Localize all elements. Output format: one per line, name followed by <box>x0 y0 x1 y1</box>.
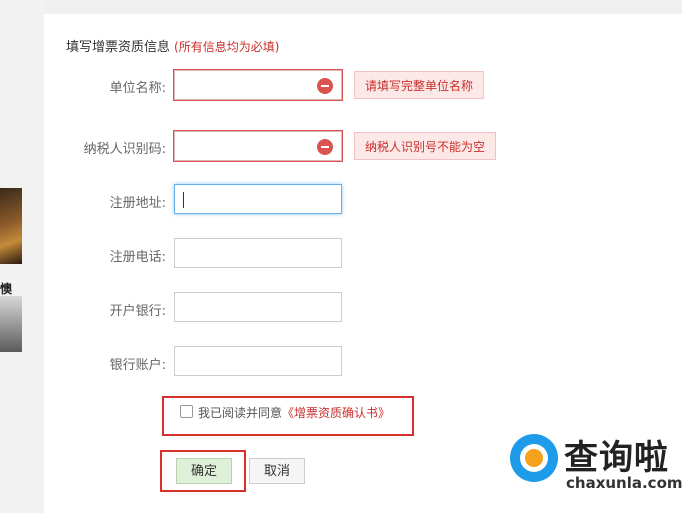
registered-phone-input[interactable] <box>174 238 342 268</box>
bank-name-input[interactable] <box>174 292 342 322</box>
sidebar-partial-text: 懊 <box>0 282 13 296</box>
form-title-text: 填写增票资质信息 <box>66 40 171 55</box>
taxpayer-id-error: 纳税人识别号不能为空 <box>354 132 497 160</box>
agreement-row: 我已阅读并同意《增票资质确认书》 <box>180 404 390 421</box>
logo-url: chaxunla.com <box>566 474 682 492</box>
taxpayer-id-input[interactable] <box>174 131 342 161</box>
product-thumbnail[interactable] <box>0 296 22 352</box>
logo-brand: 查询啦 <box>564 438 669 478</box>
watermark-logo: 查询啦 chaxunla.com <box>510 430 682 500</box>
company-name-error: 请填写完整单位名称 <box>354 71 485 99</box>
agreement-text: 我已阅读并同意 <box>198 406 283 420</box>
text-caret <box>183 192 184 208</box>
cancel-button[interactable]: 取消 <box>249 458 305 484</box>
error-icon <box>317 78 333 94</box>
registered-address-label: 注册地址: <box>109 196 166 211</box>
form-title: 填写增票资质信息 (所有信息均为必填) <box>66 36 279 55</box>
registered-phone-label: 注册电话: <box>109 250 166 265</box>
error-icon <box>317 139 333 155</box>
agreement-link[interactable]: 《增票资质确认书》 <box>282 406 390 420</box>
company-name-input[interactable] <box>174 70 342 100</box>
bank-account-label: 银行账户: <box>109 358 166 373</box>
left-sidebar: 懊 <box>0 0 44 513</box>
taxpayer-id-label: 纳税人识别码: <box>83 142 166 157</box>
required-note: (所有信息均为必填) <box>174 40 280 54</box>
agreement-checkbox[interactable] <box>180 405 193 418</box>
bank-name-label: 开户银行: <box>109 304 166 319</box>
logo-icon <box>510 434 558 482</box>
bank-account-input[interactable] <box>174 346 342 376</box>
company-name-label: 单位名称: <box>109 81 166 96</box>
registered-address-input[interactable] <box>174 184 342 214</box>
product-thumbnail[interactable] <box>0 188 22 264</box>
confirm-button[interactable]: 确定 <box>176 458 232 484</box>
